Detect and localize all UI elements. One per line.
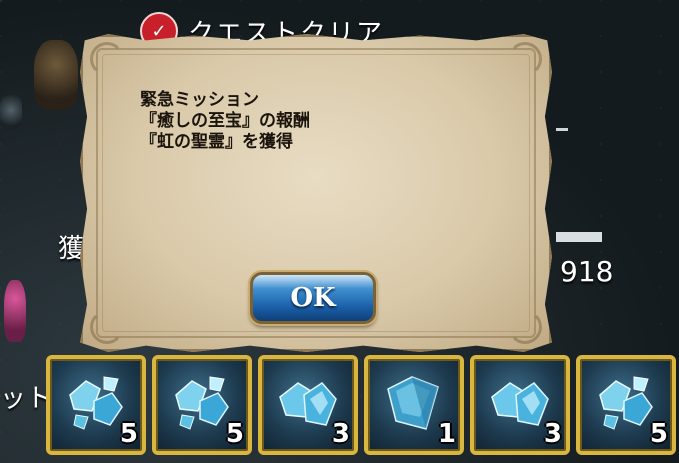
corner-ornament (508, 310, 542, 344)
character-sprite (4, 280, 26, 342)
reward-slot[interactable]: 5 (46, 355, 146, 455)
bg-side-text: ット (0, 384, 53, 414)
item-quantity: 5 (225, 419, 244, 449)
character-sprite (34, 40, 78, 110)
bg-bar (556, 232, 602, 242)
dialog-message: 緊急ミッション 『癒しの至宝』の報酬 『虹の聖霊』を獲得 (140, 90, 310, 153)
crystal-pair-icon (279, 382, 337, 426)
reward-slot[interactable]: 3 (258, 355, 358, 455)
item-quantity: 5 (649, 419, 668, 449)
ok-button[interactable]: OK (250, 272, 376, 324)
corner-ornament (508, 42, 542, 76)
crystal-cluster-icon (175, 376, 229, 430)
message-line-3: 『虹の聖霊』を獲得 (140, 132, 293, 152)
item-quantity: 3 (331, 419, 350, 449)
message-line-1: 緊急ミッション (140, 90, 259, 110)
crystal-large-icon (387, 376, 439, 430)
reward-slot[interactable]: 5 (576, 355, 676, 455)
item-quantity: 3 (543, 419, 562, 449)
item-quantity: 5 (119, 419, 138, 449)
corner-ornament (90, 310, 124, 344)
crystal-pair-icon (491, 382, 549, 426)
message-line-2: 『癒しの至宝』の報酬 (140, 111, 310, 131)
bg-line (556, 128, 568, 131)
bg-label: 獲 (58, 234, 85, 264)
item-quantity: 1 (437, 419, 456, 449)
reward-item-row: 5 5 3 1 3 5 (46, 355, 676, 455)
reward-slot[interactable]: 1 (364, 355, 464, 455)
crystal-cluster-icon (599, 376, 653, 430)
reward-slot[interactable]: 3 (470, 355, 570, 455)
bg-number: 918 (560, 255, 614, 288)
reward-slot[interactable]: 5 (152, 355, 252, 455)
character-sprite (0, 90, 22, 130)
crystal-cluster-icon (69, 376, 123, 430)
corner-ornament (90, 42, 124, 76)
mission-reward-dialog: 緊急ミッション 『癒しの至宝』の報酬 『虹の聖霊』を獲得 OK (80, 34, 552, 352)
